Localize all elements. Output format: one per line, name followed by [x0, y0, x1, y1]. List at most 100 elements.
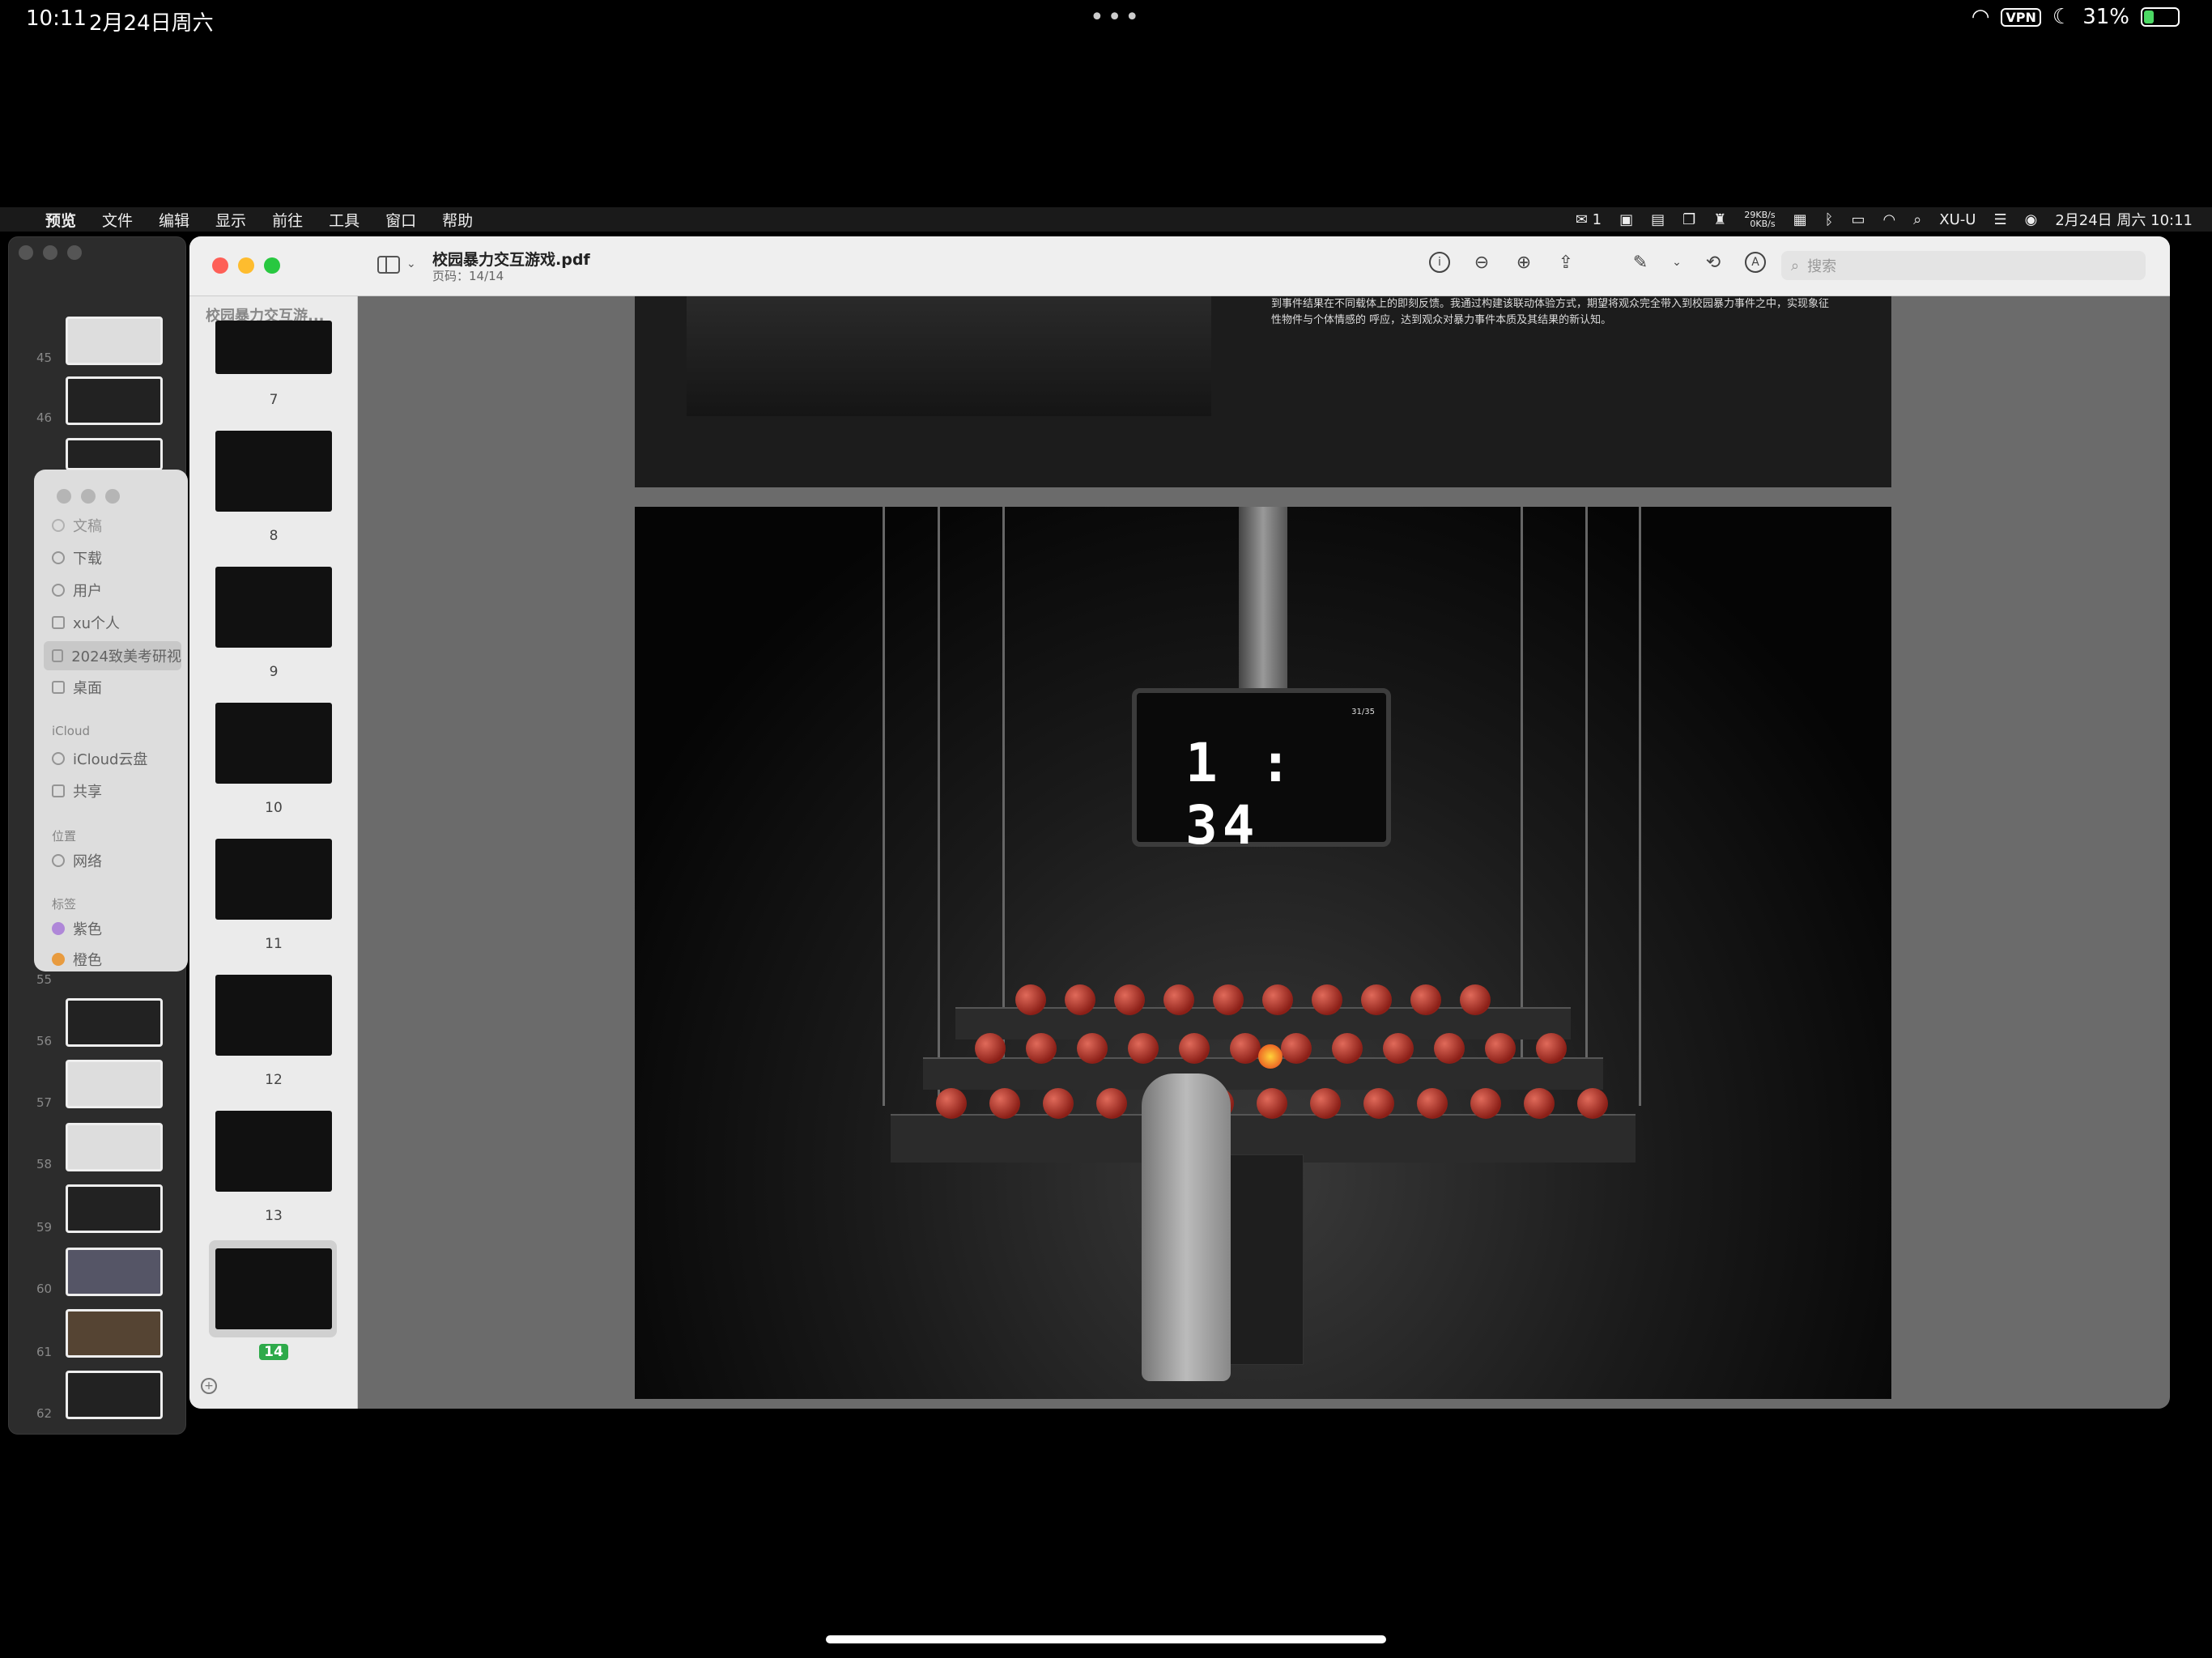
finder-sidebar-panel: 文稿 下载 用户 xu个人 2024致美考研视 桌面 iCloud iCloud… [34, 470, 188, 971]
user-label[interactable]: XU-U [1939, 211, 1976, 228]
bg-num-61: 61 [36, 1345, 53, 1359]
bluetooth-icon[interactable]: ᛒ [1825, 211, 1834, 228]
multitasking-dots-icon[interactable]: ••• [1090, 3, 1142, 32]
thumbnail-sidebar: 校园暴力交互游... 7 8 9 10 11 12 13 14 + [189, 296, 358, 1409]
menu-view[interactable]: 显示 [202, 209, 259, 231]
finder-window-controls[interactable] [57, 489, 120, 504]
sidebar-item-xu[interactable]: xu个人 [52, 612, 120, 633]
page-thumbnail-11[interactable] [215, 839, 332, 920]
tag-purple[interactable]: 紫色 [52, 918, 102, 939]
notification-icon[interactable]: ▤ [1651, 211, 1665, 228]
battery-menu-icon[interactable]: ▭ [1851, 211, 1865, 228]
search-input[interactable]: ⌕ 搜索 [1781, 251, 2146, 280]
minimize-button[interactable] [238, 257, 254, 274]
window-controls [212, 257, 280, 274]
bg-thumb-59[interactable] [66, 1184, 163, 1233]
sidebar-item-label: 网络 [73, 853, 102, 870]
sidebar-item-network[interactable]: 网络 [52, 850, 102, 871]
audience-ball [1230, 1033, 1261, 1064]
download-icon [52, 551, 65, 564]
bg-num-59: 59 [36, 1220, 53, 1235]
audience-ball [1536, 1033, 1567, 1064]
page-thumbnail-13[interactable] [215, 1111, 332, 1192]
close-button[interactable] [212, 257, 228, 274]
spotlight-icon[interactable]: ⌕ [1913, 211, 1921, 228]
menu-go[interactable]: 前往 [259, 209, 316, 231]
chevron-down-icon[interactable]: ⌄ [1671, 251, 1682, 274]
zoom-out-icon[interactable]: ⊖ [1470, 251, 1493, 274]
cable [1639, 507, 1641, 1106]
tag-orange[interactable]: 橙色 [52, 949, 102, 970]
wechat-icon[interactable]: ✉ 1 [1576, 211, 1602, 228]
bg-thumb-57[interactable] [66, 1060, 163, 1108]
battery-percent: 31% [2082, 5, 2129, 29]
document-icon [52, 519, 65, 532]
sidebar-item-2024[interactable]: 2024致美考研视 [44, 641, 181, 670]
sidebar-item-icloud-drive[interactable]: iCloud云盘 [52, 748, 147, 769]
bg-thumb-46[interactable] [66, 376, 163, 425]
audience-ball [1460, 984, 1491, 1015]
bg-thumb-45[interactable] [66, 317, 163, 365]
chevron-down-icon[interactable]: ⌄ [406, 257, 416, 270]
page-thumbnail-7[interactable] [215, 321, 332, 374]
input-method-icon[interactable]: ▦ [1793, 211, 1807, 228]
menubar-clock[interactable]: 2月24日 周六 10:11 [2055, 209, 2193, 230]
control-center-icon[interactable]: ☰ [1993, 211, 2006, 228]
sidebar-item-downloads[interactable]: 下载 [52, 547, 102, 568]
info-icon[interactable]: i [1428, 251, 1451, 274]
shared-folder-icon [52, 784, 65, 797]
windows-icon[interactable]: ❐ [1682, 211, 1695, 228]
menu-help[interactable]: 帮助 [429, 209, 486, 231]
menu-window[interactable]: 窗口 [372, 209, 429, 231]
sidebar-item-documents[interactable]: 文稿 [52, 515, 102, 536]
share-icon[interactable]: ⇪ [1555, 251, 1577, 274]
location-header: 位置 [52, 829, 77, 844]
sidebar-item-desktop[interactable]: 桌面 [52, 677, 102, 698]
page-thumbnail-10[interactable] [215, 703, 332, 784]
bg-num-56: 56 [36, 1034, 53, 1048]
search-icon: ⌕ [1791, 257, 1800, 274]
zoom-in-icon[interactable]: ⊕ [1512, 251, 1535, 274]
home-indicator[interactable] [826, 1635, 1386, 1643]
bg-thumb-62[interactable] [66, 1371, 163, 1419]
menu-preview[interactable]: 预览 [32, 209, 89, 231]
bg-thumb-61[interactable] [66, 1309, 163, 1358]
bg-thumb-58[interactable] [66, 1123, 163, 1171]
add-page-icon[interactable]: + [201, 1378, 217, 1394]
menu-file[interactable]: 文件 [89, 209, 146, 231]
menu-tools[interactable]: 工具 [316, 209, 372, 231]
markup-pen-icon[interactable]: ✎ [1629, 251, 1652, 274]
app-status-icon[interactable]: ▣ [1619, 211, 1633, 228]
orange-tag-dot [52, 953, 65, 966]
siri-icon[interactable]: ◉ [2025, 211, 2038, 228]
sidebar-item-user[interactable]: 用户 [52, 580, 102, 601]
bg-thumb-60[interactable] [66, 1248, 163, 1296]
page-number-10: 10 [265, 800, 283, 816]
countdown-clock: 1 : 34 [1185, 732, 1297, 857]
page-indicator: 页码：14/14 [432, 269, 504, 283]
sidebar-item-label: 下载 [73, 551, 102, 568]
sidebar-toggle-icon[interactable] [377, 256, 400, 274]
rotate-icon[interactable]: ⟲ [1702, 251, 1725, 274]
folder-icon [52, 616, 65, 629]
document-title: 校园暴力交互游戏.pdf [432, 251, 590, 269]
wifi-menu-icon[interactable]: ◠ [1882, 211, 1895, 228]
menu-edit[interactable]: 编辑 [146, 209, 202, 231]
background-window-controls[interactable] [19, 245, 82, 260]
sidebar-item-shared[interactable]: 共享 [52, 780, 102, 801]
page-thumbnail-12[interactable] [215, 975, 332, 1056]
audience-ball [1281, 1033, 1312, 1064]
cat-icon[interactable]: ♜ [1713, 211, 1726, 228]
status-date: 2月24日周六 [89, 11, 214, 36]
audience-ball [1213, 984, 1244, 1015]
page-thumbnail-9[interactable] [215, 567, 332, 648]
purple-tag-dot [52, 922, 65, 935]
page-thumbnail-14[interactable] [215, 1248, 332, 1329]
page-image [687, 296, 1211, 416]
audience-ball [1310, 1088, 1341, 1119]
zoom-button[interactable] [264, 257, 280, 274]
bg-thumb-56[interactable] [66, 998, 163, 1047]
page-thumbnail-8[interactable] [215, 431, 332, 512]
bg-thumb-47[interactable] [66, 438, 163, 470]
annotate-icon[interactable]: A [1744, 251, 1767, 274]
